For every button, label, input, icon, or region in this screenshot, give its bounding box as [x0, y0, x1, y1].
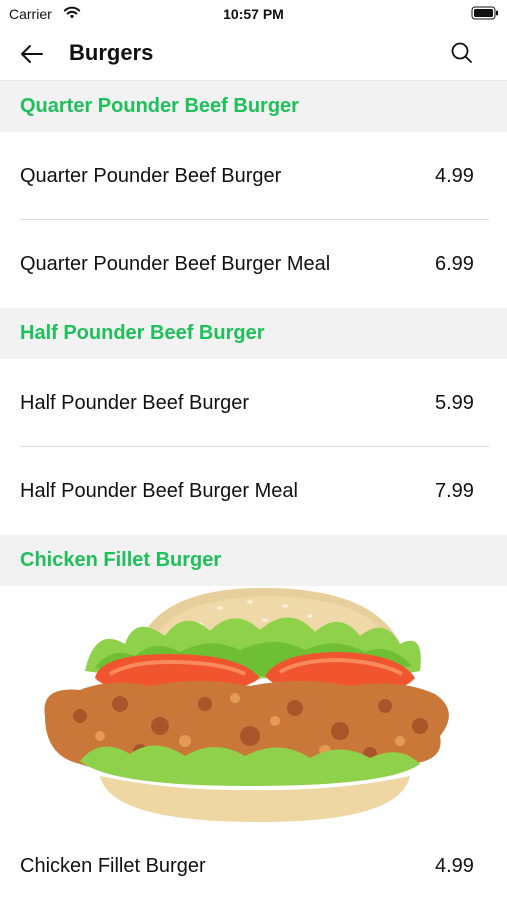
section-title: Quarter Pounder Beef Burger: [20, 95, 299, 117]
navigation-bar: Burgers: [0, 28, 507, 81]
menu-item-name: Half Pounder Beef Burger Meal: [20, 479, 298, 502]
menu-item-price: 5.99: [435, 391, 474, 414]
burger-illustration: [44, 587, 449, 822]
section-header-half-pounder: Half Pounder Beef Burger: [0, 308, 507, 359]
menu-item-row[interactable]: Half Pounder Beef Burger 5.99: [0, 359, 507, 447]
menu-list: Quarter Pounder Beef Burger Quarter Poun…: [0, 81, 507, 910]
section-title: Half Pounder Beef Burger: [20, 322, 265, 344]
menu-item-price: 4.99: [435, 164, 474, 187]
menu-item-name: Half Pounder Beef Burger: [20, 391, 250, 414]
menu-item-row[interactable]: Quarter Pounder Beef Burger 4.99: [0, 132, 507, 220]
menu-item-price: 4.99: [435, 854, 474, 877]
section-title: Chicken Fillet Burger: [20, 549, 222, 571]
section-header-quarter-pounder: Quarter Pounder Beef Burger: [0, 81, 507, 132]
chicken-burger-image[interactable]: [0, 586, 507, 822]
menu-item-name: Quarter Pounder Beef Burger: [20, 164, 282, 187]
menu-item-name: Chicken Fillet Burger: [20, 854, 206, 877]
menu-item-row[interactable]: Half Pounder Beef Burger Meal 7.99: [0, 447, 507, 535]
menu-item-name: Quarter Pounder Beef Burger Meal: [20, 252, 331, 275]
menu-item-price: 6.99: [435, 252, 474, 275]
status-bar: Carrier 10:57 PM: [0, 0, 507, 28]
search-icon[interactable]: [449, 40, 475, 66]
battery-icon: [471, 6, 498, 20]
menu-item-row[interactable]: Quarter Pounder Beef Burger Meal 6.99: [0, 220, 507, 308]
page-title: Burgers: [69, 40, 154, 65]
section-header-chicken-fillet: Chicken Fillet Burger: [0, 535, 507, 586]
status-time: 10:57 PM: [223, 6, 284, 22]
back-arrow-icon[interactable]: [18, 40, 46, 68]
menu-item-price: 7.99: [435, 479, 474, 502]
menu-item-row[interactable]: Chicken Fillet Burger 4.99: [0, 822, 507, 910]
